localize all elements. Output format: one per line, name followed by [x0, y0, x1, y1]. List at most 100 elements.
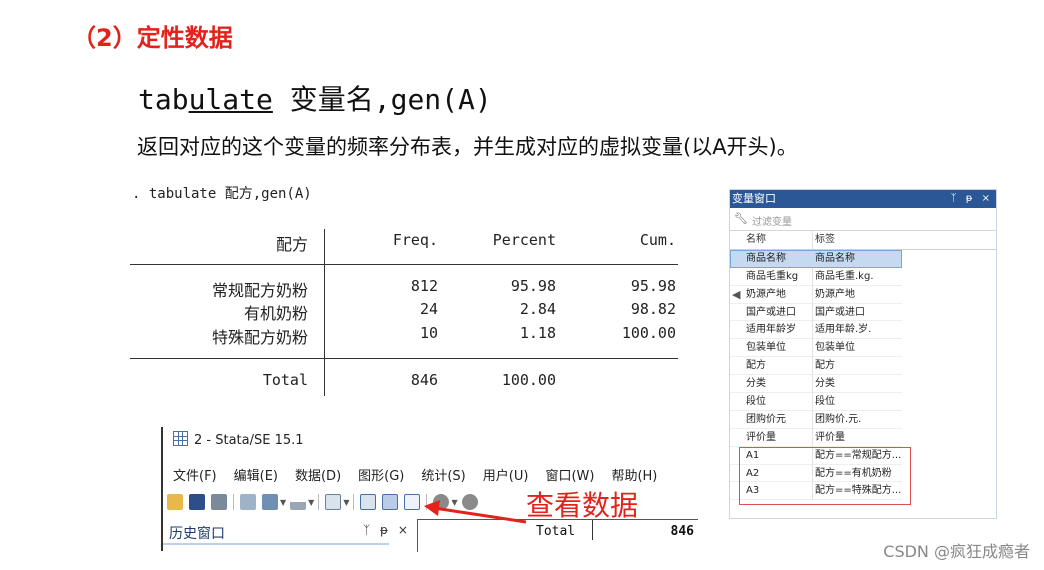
variable-name: 商品名称 — [746, 252, 786, 264]
variable-name: 团购价元 — [746, 413, 786, 425]
stata-app-icon — [173, 431, 188, 446]
variable-label: 商品毛重.kg. — [815, 270, 874, 282]
variable-window-title: 变量窗口 — [732, 192, 776, 205]
variable-row[interactable]: 适用年龄岁 适用年龄.岁. — [730, 321, 996, 340]
total-percent: 100.00 — [501, 371, 556, 389]
menu-graphics[interactable]: 图形(G) — [358, 469, 404, 484]
variable-label: 适用年龄.岁. — [815, 324, 872, 336]
variable-name: 分类 — [746, 378, 766, 390]
stata-window-title: 2 - Stata/SE 15.1 — [194, 433, 304, 448]
variable-label: 国产或进口 — [815, 306, 865, 318]
variable-label: 分类 — [815, 378, 835, 390]
column-label-header[interactable]: 标签 — [815, 231, 903, 249]
command-prefix: tab — [138, 83, 189, 116]
print-icon[interactable] — [211, 494, 227, 510]
variable-row[interactable]: 配方 配方 — [730, 357, 996, 376]
row-freq: 812 — [410, 277, 438, 295]
column-name-header[interactable]: 名称 — [746, 231, 812, 249]
variable-row[interactable]: 团购价元 团购价.元. — [730, 410, 996, 429]
variable-row-selected[interactable]: 商品名称 商品名称 — [730, 249, 996, 268]
watermark: CSDN @疯狂成瘾者 — [883, 542, 1030, 561]
variable-name: 适用年龄岁 — [746, 324, 796, 336]
variable-name: 评价量 — [746, 431, 776, 443]
row-label: 常规配方奶粉 — [211, 281, 308, 300]
row-label: 特殊配方奶粉 — [211, 328, 308, 347]
row-cum: 98.82 — [630, 300, 676, 318]
row-freq: 24 — [419, 300, 438, 318]
header-cum: Cum. — [639, 231, 676, 249]
total-freq: 846 — [410, 371, 438, 389]
annotation-arrow — [424, 500, 527, 524]
table-vline-top — [324, 229, 325, 267]
table-rule — [130, 264, 678, 265]
variables-manager-icon[interactable] — [404, 494, 421, 510]
variable-label: 团购价.元. — [815, 413, 862, 425]
data-browser-icon[interactable] — [382, 494, 399, 510]
menu-user[interactable]: 用户(U) — [483, 469, 529, 484]
nav-back-icon[interactable]: ◀ — [732, 286, 740, 304]
row-label: 有机奶粉 — [243, 304, 308, 323]
window-pin-close-buttons[interactable]: ᛉ ᵽ × — [951, 190, 993, 208]
variable-label: 配方 — [815, 360, 835, 372]
chevron-down-icon[interactable]: ▼ — [343, 498, 349, 507]
save-icon[interactable] — [189, 494, 205, 510]
history-window-title: 历史窗口 — [169, 526, 225, 542]
history-pin-close-buttons[interactable]: ᛉ ᵽ × — [363, 523, 411, 537]
variable-row[interactable]: 分类 分类 — [730, 375, 996, 394]
filter-variables-input[interactable]: 过滤变量 — [752, 213, 792, 228]
variable-name: 商品毛重kg — [746, 270, 799, 282]
variable-window-titlebar: 变量窗口 ᛉ ᵽ × — [730, 190, 996, 208]
variable-row[interactable]: 评价量 评价量 — [730, 428, 996, 447]
variable-row[interactable]: ◀ 奶源产地 奶源产地 — [730, 285, 996, 304]
variable-label: 商品名称 — [815, 252, 855, 264]
variable-name: 国产或进口 — [746, 306, 796, 318]
new-dummy-variables-highlight — [739, 447, 911, 505]
table-vline-bottom — [324, 358, 325, 396]
annotation-view-data: 查看数据 — [526, 489, 639, 522]
wrench-icon[interactable]: 🔧︎ — [734, 212, 748, 225]
stata-titlebar: 2 - Stata/SE 15.1 — [173, 431, 304, 448]
do-file-editor-icon[interactable] — [325, 494, 342, 510]
variable-name: 包装单位 — [746, 342, 786, 354]
variable-name: 配方 — [746, 360, 766, 372]
menu-edit[interactable]: 编辑(E) — [234, 469, 278, 484]
log-icon[interactable] — [240, 494, 256, 510]
row-percent: 2.84 — [519, 300, 556, 318]
row-percent: 1.18 — [519, 324, 556, 342]
data-editor-icon[interactable] — [360, 494, 377, 510]
variable-row[interactable]: 段位 段位 — [730, 393, 996, 411]
chevron-down-icon[interactable]: ▼ — [308, 498, 314, 507]
viewer-icon[interactable] — [262, 494, 278, 510]
command-underlined: ulate — [188, 83, 273, 116]
header-var: 配方 — [275, 235, 308, 254]
description: 返回对应的这个变量的频率分布表，并生成对应的虚拟变量(以A开头)。 — [137, 135, 798, 159]
row-freq: 10 — [419, 324, 438, 342]
output-command-line: . tabulate 配方,gen(A) — [132, 186, 312, 202]
command-rest: 变量名,gen(A) — [272, 83, 492, 116]
variable-row[interactable]: 国产或进口 国产或进口 — [730, 303, 996, 322]
menu-file[interactable]: 文件(F) — [173, 469, 217, 484]
open-folder-icon[interactable] — [167, 494, 183, 510]
menu-data[interactable]: 数据(D) — [295, 469, 341, 484]
row-cum: 95.98 — [630, 277, 676, 295]
variable-name: 奶源产地 — [746, 288, 786, 300]
menu-help[interactable]: 帮助(H) — [611, 469, 657, 484]
graph-icon[interactable] — [290, 494, 307, 510]
results-total-value: 846 — [670, 524, 694, 539]
row-percent: 95.98 — [510, 277, 556, 295]
variable-label: 包装单位 — [815, 342, 855, 354]
header-percent: Percent — [492, 231, 556, 249]
header-freq: Freq. — [392, 231, 438, 249]
table-vline-mid — [324, 264, 325, 358]
menu-statistics[interactable]: 统计(S) — [421, 469, 465, 484]
results-total-label: Total — [536, 524, 576, 539]
variable-row[interactable]: 商品毛重kg 商品毛重.kg. — [730, 267, 996, 286]
chevron-down-icon[interactable]: ▼ — [280, 498, 286, 507]
variable-row[interactable]: 包装单位 包装单位 — [730, 339, 996, 358]
history-window: 历史窗口 ᛉ ᵽ × — [163, 519, 413, 551]
variable-label: 评价量 — [815, 431, 845, 443]
variable-name: 段位 — [746, 396, 766, 408]
menu-window[interactable]: 窗口(W) — [545, 469, 594, 484]
table-rule-bottom — [130, 358, 678, 359]
row-cum: 100.00 — [621, 324, 676, 342]
